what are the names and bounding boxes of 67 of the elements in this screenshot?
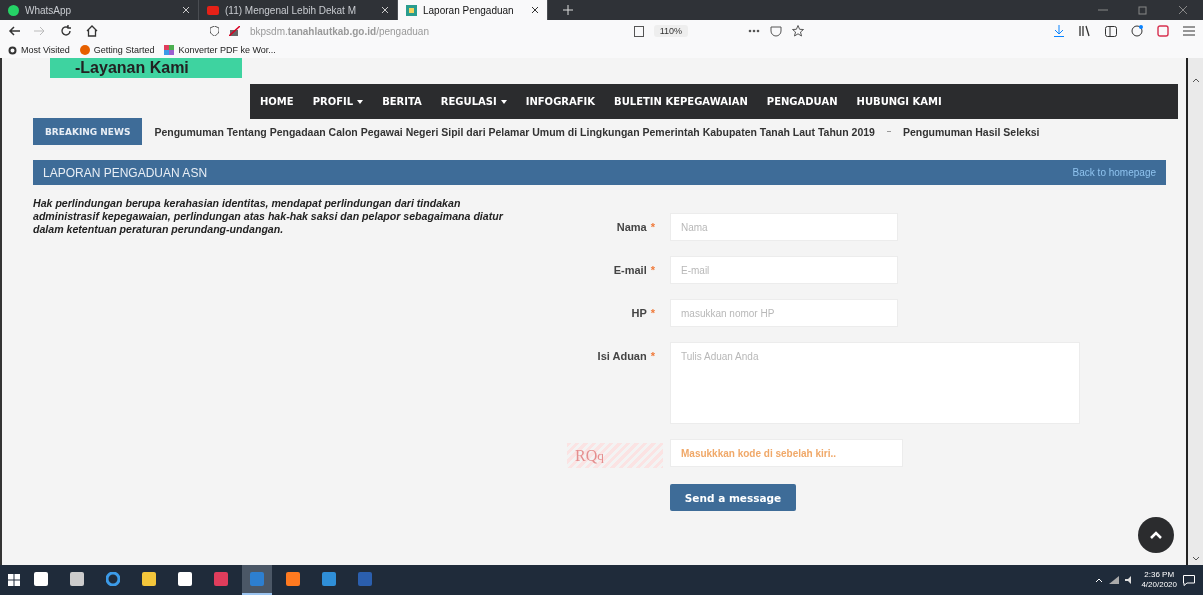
logo-icon [406,4,417,16]
nav-link[interactable]: REGULASI [440,96,507,107]
extension-icon [1157,25,1169,37]
banner-title: -Layanan Kami [75,59,189,77]
news-link[interactable]: Pengumuman Hasil Seleksi [902,125,1040,138]
insecure-lock-icon [229,26,240,36]
download-icon [1053,25,1065,37]
required-mark: * [650,220,655,233]
chevron-up-icon [1150,531,1162,539]
captcha-field[interactable]: Masukkkan kode di sebelah kiri.. [670,439,903,467]
send-button[interactable]: Send a message [670,484,796,511]
close-icon [182,6,190,14]
bookmark[interactable]: Konverter PDF ke Wor... [164,45,276,55]
nav-link[interactable]: BULETIN KEPEGAWAIAN [614,96,748,107]
intro-text: Hak perlindungan berupa kerahasian identitas, mendapat perlindungan dari tindakan administrasif kepegawaian, perlindungan atas hak-hak saksi dan pelapor sebagaimana diatur dalam ketentuan peraturan perundang-undangan. [33,197,505,237]
forward-arrow-icon [34,26,46,36]
bookmark[interactable]: Getting Started [79,45,155,55]
input-field[interactable]: E-mail [670,256,898,284]
sidebar-icon [1105,25,1117,37]
browser-tab[interactable]: Laporan Pengaduan [398,0,548,20]
scroll-top-button[interactable] [1138,517,1174,553]
field-label: Nama [616,220,647,233]
news-link[interactable]: Pengumuman Tentang Pengadaan Calon Pegawai Negeri Sipil dari Pelamar Umum di Lingkungan Pemerintah Kabupaten Tanah Laut Tahun 2019 [154,125,875,138]
breaking-news-label: BREAKING NEWS [33,118,143,145]
field-label: Isi Aduan [597,349,647,362]
input-field[interactable]: Nama [670,213,898,241]
network-icon [1109,576,1120,584]
required-mark: * [650,263,655,276]
field-label: E-mail [613,263,647,276]
close-icon [531,6,539,14]
back-arrow-icon [8,26,20,36]
library-icon [1079,25,1091,37]
reader-icon [633,25,644,37]
section-title: LAPORAN PENGADUAN ASN [43,165,208,180]
star-icon [792,25,804,37]
nav-link[interactable]: PROFIL [312,96,364,107]
chevron-up-icon [1095,577,1104,583]
menu-icon [1183,26,1195,36]
url-text: bkpsdm.tanahlautkab.go.id/pengaduan [250,25,429,37]
plus-icon [563,5,573,15]
complaint-field[interactable]: Tulis Aduan Anda [670,342,1080,424]
required-mark: * [650,349,655,362]
reload-icon [60,25,72,37]
nav-link[interactable]: INFOGRAFIK [525,96,596,107]
windows-icon [8,574,20,586]
pocket-icon [770,25,782,37]
notification-icon [1183,574,1195,586]
chevron-up-icon [1191,78,1200,83]
zoom-level[interactable]: 110% [653,25,688,37]
home-icon [86,25,98,37]
required-mark: * [650,306,655,319]
restore-icon [1138,5,1148,15]
field-label: HP [631,306,647,319]
more-icon [748,29,760,33]
input-field[interactable]: masukkan nomor HP [670,299,898,327]
chevron-down-icon [1191,556,1200,561]
nav-link[interactable]: HUBUNGI KAMI [856,96,942,107]
nav-link[interactable]: PENGADUAN [766,96,838,107]
nav-link[interactable]: BERITA [382,96,422,107]
account-icon [1131,25,1143,37]
shield-icon [210,26,219,36]
nav-link[interactable]: HOME [260,96,294,107]
bookmark[interactable]: Most Visited [8,45,70,55]
close-icon [1178,5,1188,15]
clock-date: 4/20/2020 [1141,580,1177,590]
close-icon [381,6,389,14]
clock-time: 2:36 PM [1144,570,1175,580]
